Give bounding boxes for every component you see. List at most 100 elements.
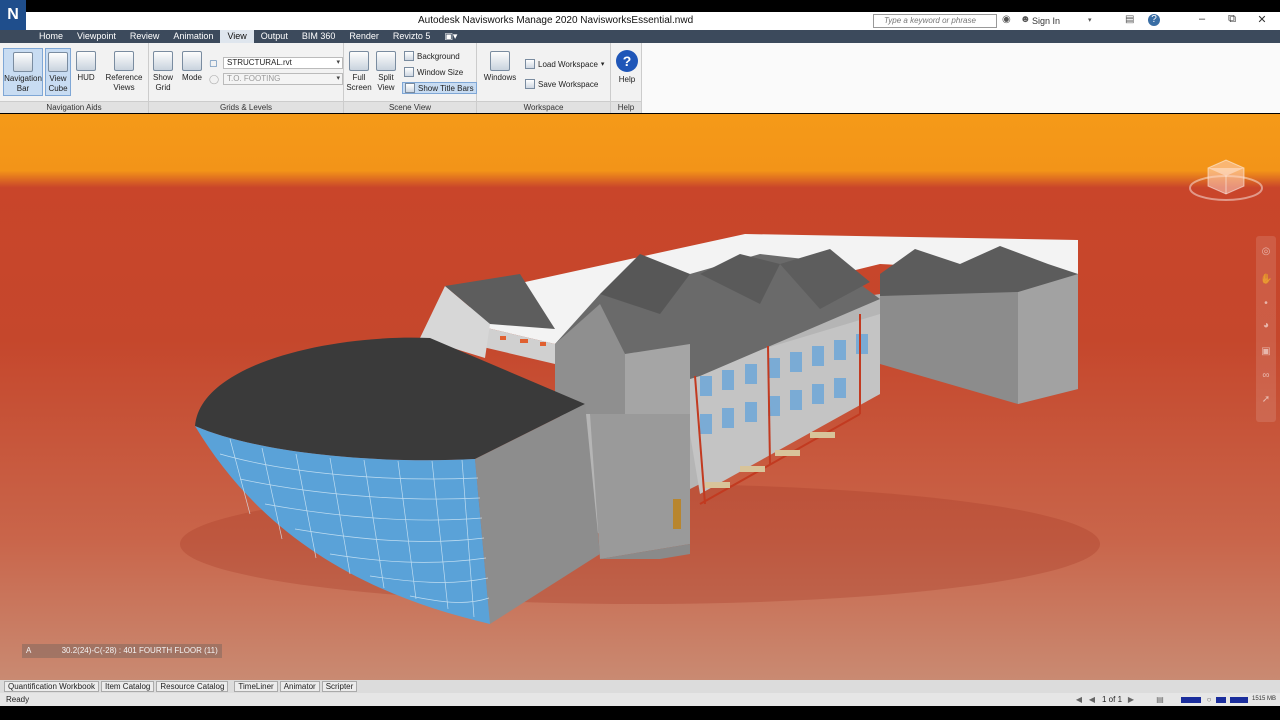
window-size-button[interactable]: Window Size: [404, 67, 463, 77]
dock-tab-item-catalog[interactable]: Item Catalog: [101, 681, 155, 692]
scene-viewport[interactable]: ◎ ✋ • ◕ ▣ ∞ ➚ A 30.2(24)-C(-28) : 401 FO…: [0, 114, 1280, 680]
chevron-down-icon: ▾: [336, 59, 340, 66]
navigation-bar-button[interactable]: Navigation Bar: [3, 48, 43, 96]
grid-location-readout: A 30.2(24)-C(-28) : 401 FOURTH FLOOR (11…: [22, 644, 222, 658]
mode-icon: [182, 51, 202, 71]
hud-icon: [76, 51, 96, 71]
split-view-icon: [376, 51, 396, 71]
reference-views-icon: [114, 51, 134, 71]
dock-tab-animator[interactable]: Animator: [279, 681, 320, 692]
ribbon-tabs: Home Viewpoint Review Animation View Output BI…: [0, 30, 1280, 43]
close-button[interactable]: ✕: [1252, 13, 1272, 26]
save-workspace-button[interactable]: Save Workspace: [525, 79, 598, 89]
grid-axis-label: A: [26, 646, 32, 655]
title-bars-icon: [405, 83, 415, 93]
zoom-icon[interactable]: •: [1260, 298, 1272, 310]
dock-tab-timeliner[interactable]: TimeLiner: [234, 681, 278, 692]
chevron-down-icon: ▾: [600, 61, 605, 68]
steering-wheel-icon[interactable]: ◎: [1260, 246, 1272, 258]
panel-scene-view: Full Screen Split View Background Window…: [344, 43, 477, 113]
navigation-bar-icon: [13, 52, 33, 72]
help-button[interactable]: ? Help: [614, 50, 640, 94]
view-cube[interactable]: [1186, 154, 1266, 204]
walk-icon[interactable]: ∞: [1260, 370, 1272, 382]
dock-tab-scripter[interactable]: Scripter: [321, 681, 358, 692]
navigation-bar: ◎ ✋ • ◕ ▣ ∞ ➚: [1256, 236, 1276, 422]
grid-icon: [153, 51, 173, 71]
grid-location-text: 30.2(24)-C(-28) : 401 FOURTH FLOOR (11): [61, 646, 218, 655]
hud-button[interactable]: HUD: [74, 51, 98, 95]
grid-mode-button[interactable]: Mode: [179, 51, 205, 95]
title-bar: Autodesk Navisworks Manage 2020 Naviswor…: [0, 12, 1280, 30]
full-screen-button[interactable]: Full Screen: [346, 51, 372, 95]
status-bar: Ready ◀ ◀ 1 of 1 ▶ ▤ ○ 1515 MB: [0, 693, 1280, 706]
help-icon[interactable]: ?: [1148, 14, 1160, 26]
background-button[interactable]: Background: [404, 51, 460, 61]
sheet-browser-icon[interactable]: ▤: [1155, 695, 1165, 704]
tab-output[interactable]: Output: [254, 30, 295, 43]
tab-view[interactable]: View: [220, 30, 254, 43]
view-cube-button[interactable]: View Cube: [45, 48, 71, 96]
help-icon: ?: [616, 50, 638, 72]
next-page-icon[interactable]: ▶: [1126, 695, 1136, 704]
previous-page-icon[interactable]: ◀: [1087, 695, 1097, 704]
panel-title: Workspace: [477, 101, 610, 113]
select-icon[interactable]: ➚: [1260, 394, 1272, 406]
progress-bar: [1230, 697, 1248, 703]
panel-title: Scene View: [344, 101, 476, 113]
chevron-down-icon[interactable]: ▾: [1088, 16, 1092, 24]
cart-icon[interactable]: ▤: [1125, 14, 1134, 25]
panel-navigation-aids: Navigation Bar View Cube HUD Reference V…: [0, 43, 149, 113]
pan-icon[interactable]: ✋: [1260, 274, 1272, 286]
tab-revizto-5[interactable]: Revizto 5: [386, 30, 438, 43]
windows-button[interactable]: Windows: [482, 51, 518, 95]
panel-title: Navigation Aids: [0, 101, 148, 113]
progress-bar: [1181, 697, 1201, 703]
grid-level-select[interactable]: T.O. FOOTING ▾: [223, 73, 343, 85]
sign-in-link[interactable]: Sign In: [1032, 16, 1060, 26]
model-file-icon: ▢: [209, 58, 218, 68]
minimize-button[interactable]: –: [1192, 13, 1212, 25]
tab-bim-360[interactable]: BIM 360: [295, 30, 343, 43]
search-input[interactable]: Type a keyword or phrase: [873, 14, 997, 28]
panel-title: Help: [611, 101, 641, 113]
first-page-icon[interactable]: ◀: [1074, 695, 1084, 704]
dock-tab-resource-catalog[interactable]: Resource Catalog: [156, 681, 229, 692]
memory-usage: 1515 MB: [1252, 696, 1277, 702]
app-logo[interactable]: N: [0, 0, 26, 30]
window-title: Autodesk Navisworks Manage 2020 Naviswor…: [418, 15, 694, 26]
status-text: Ready: [6, 695, 30, 704]
full-screen-icon: [349, 51, 369, 71]
look-icon[interactable]: ▣: [1260, 346, 1272, 358]
progress-bar: [1216, 697, 1226, 703]
page-indicator: 1 of 1: [1102, 695, 1123, 704]
tab-home[interactable]: Home: [32, 30, 70, 43]
reference-views-button[interactable]: Reference Views: [104, 51, 144, 95]
grid-model-select[interactable]: STRUCTURAL.rvt ▾: [223, 57, 343, 69]
window-size-icon: [404, 67, 414, 77]
dock-tab-quantification-workbook[interactable]: Quantification Workbook: [4, 681, 100, 692]
binoculars-icon[interactable]: ◉: [1002, 14, 1011, 25]
tab-animation[interactable]: Animation: [166, 30, 220, 43]
level-icon: ◯: [209, 74, 220, 84]
tab-viewpoint[interactable]: Viewpoint: [70, 30, 123, 43]
split-view-button[interactable]: Split View: [375, 51, 397, 95]
tab-review[interactable]: Review: [123, 30, 167, 43]
background-icon: [404, 51, 414, 61]
orbit-icon[interactable]: ◕: [1260, 320, 1272, 332]
ribbon: Navigation Bar View Cube HUD Reference V…: [0, 43, 1280, 113]
tab-render[interactable]: Render: [342, 30, 386, 43]
user-icon[interactable]: ☻: [1020, 14, 1031, 25]
show-title-bars-toggle[interactable]: Show Title Bars: [402, 82, 477, 94]
building-model[interactable]: [0, 114, 1280, 680]
memory-gauge-icon: ○: [1206, 695, 1212, 704]
view-cube-icon: [48, 52, 68, 72]
windows-icon: [490, 51, 510, 71]
show-grid-button[interactable]: Show Grid: [151, 51, 175, 95]
load-workspace-icon: [525, 59, 535, 69]
restore-button[interactable]: ⧉: [1222, 13, 1242, 26]
panel-grids-levels: Show Grid Mode ▢ STRUCTURAL.rvt ▾ ◯ T.O.…: [149, 43, 344, 113]
load-workspace-button[interactable]: Load Workspace ▾: [525, 59, 604, 69]
quick-access-dropdown-icon[interactable]: ▣▾: [437, 30, 464, 43]
dock-tabs: Quantification Workbook Item Catalog Resou…: [0, 680, 1280, 693]
